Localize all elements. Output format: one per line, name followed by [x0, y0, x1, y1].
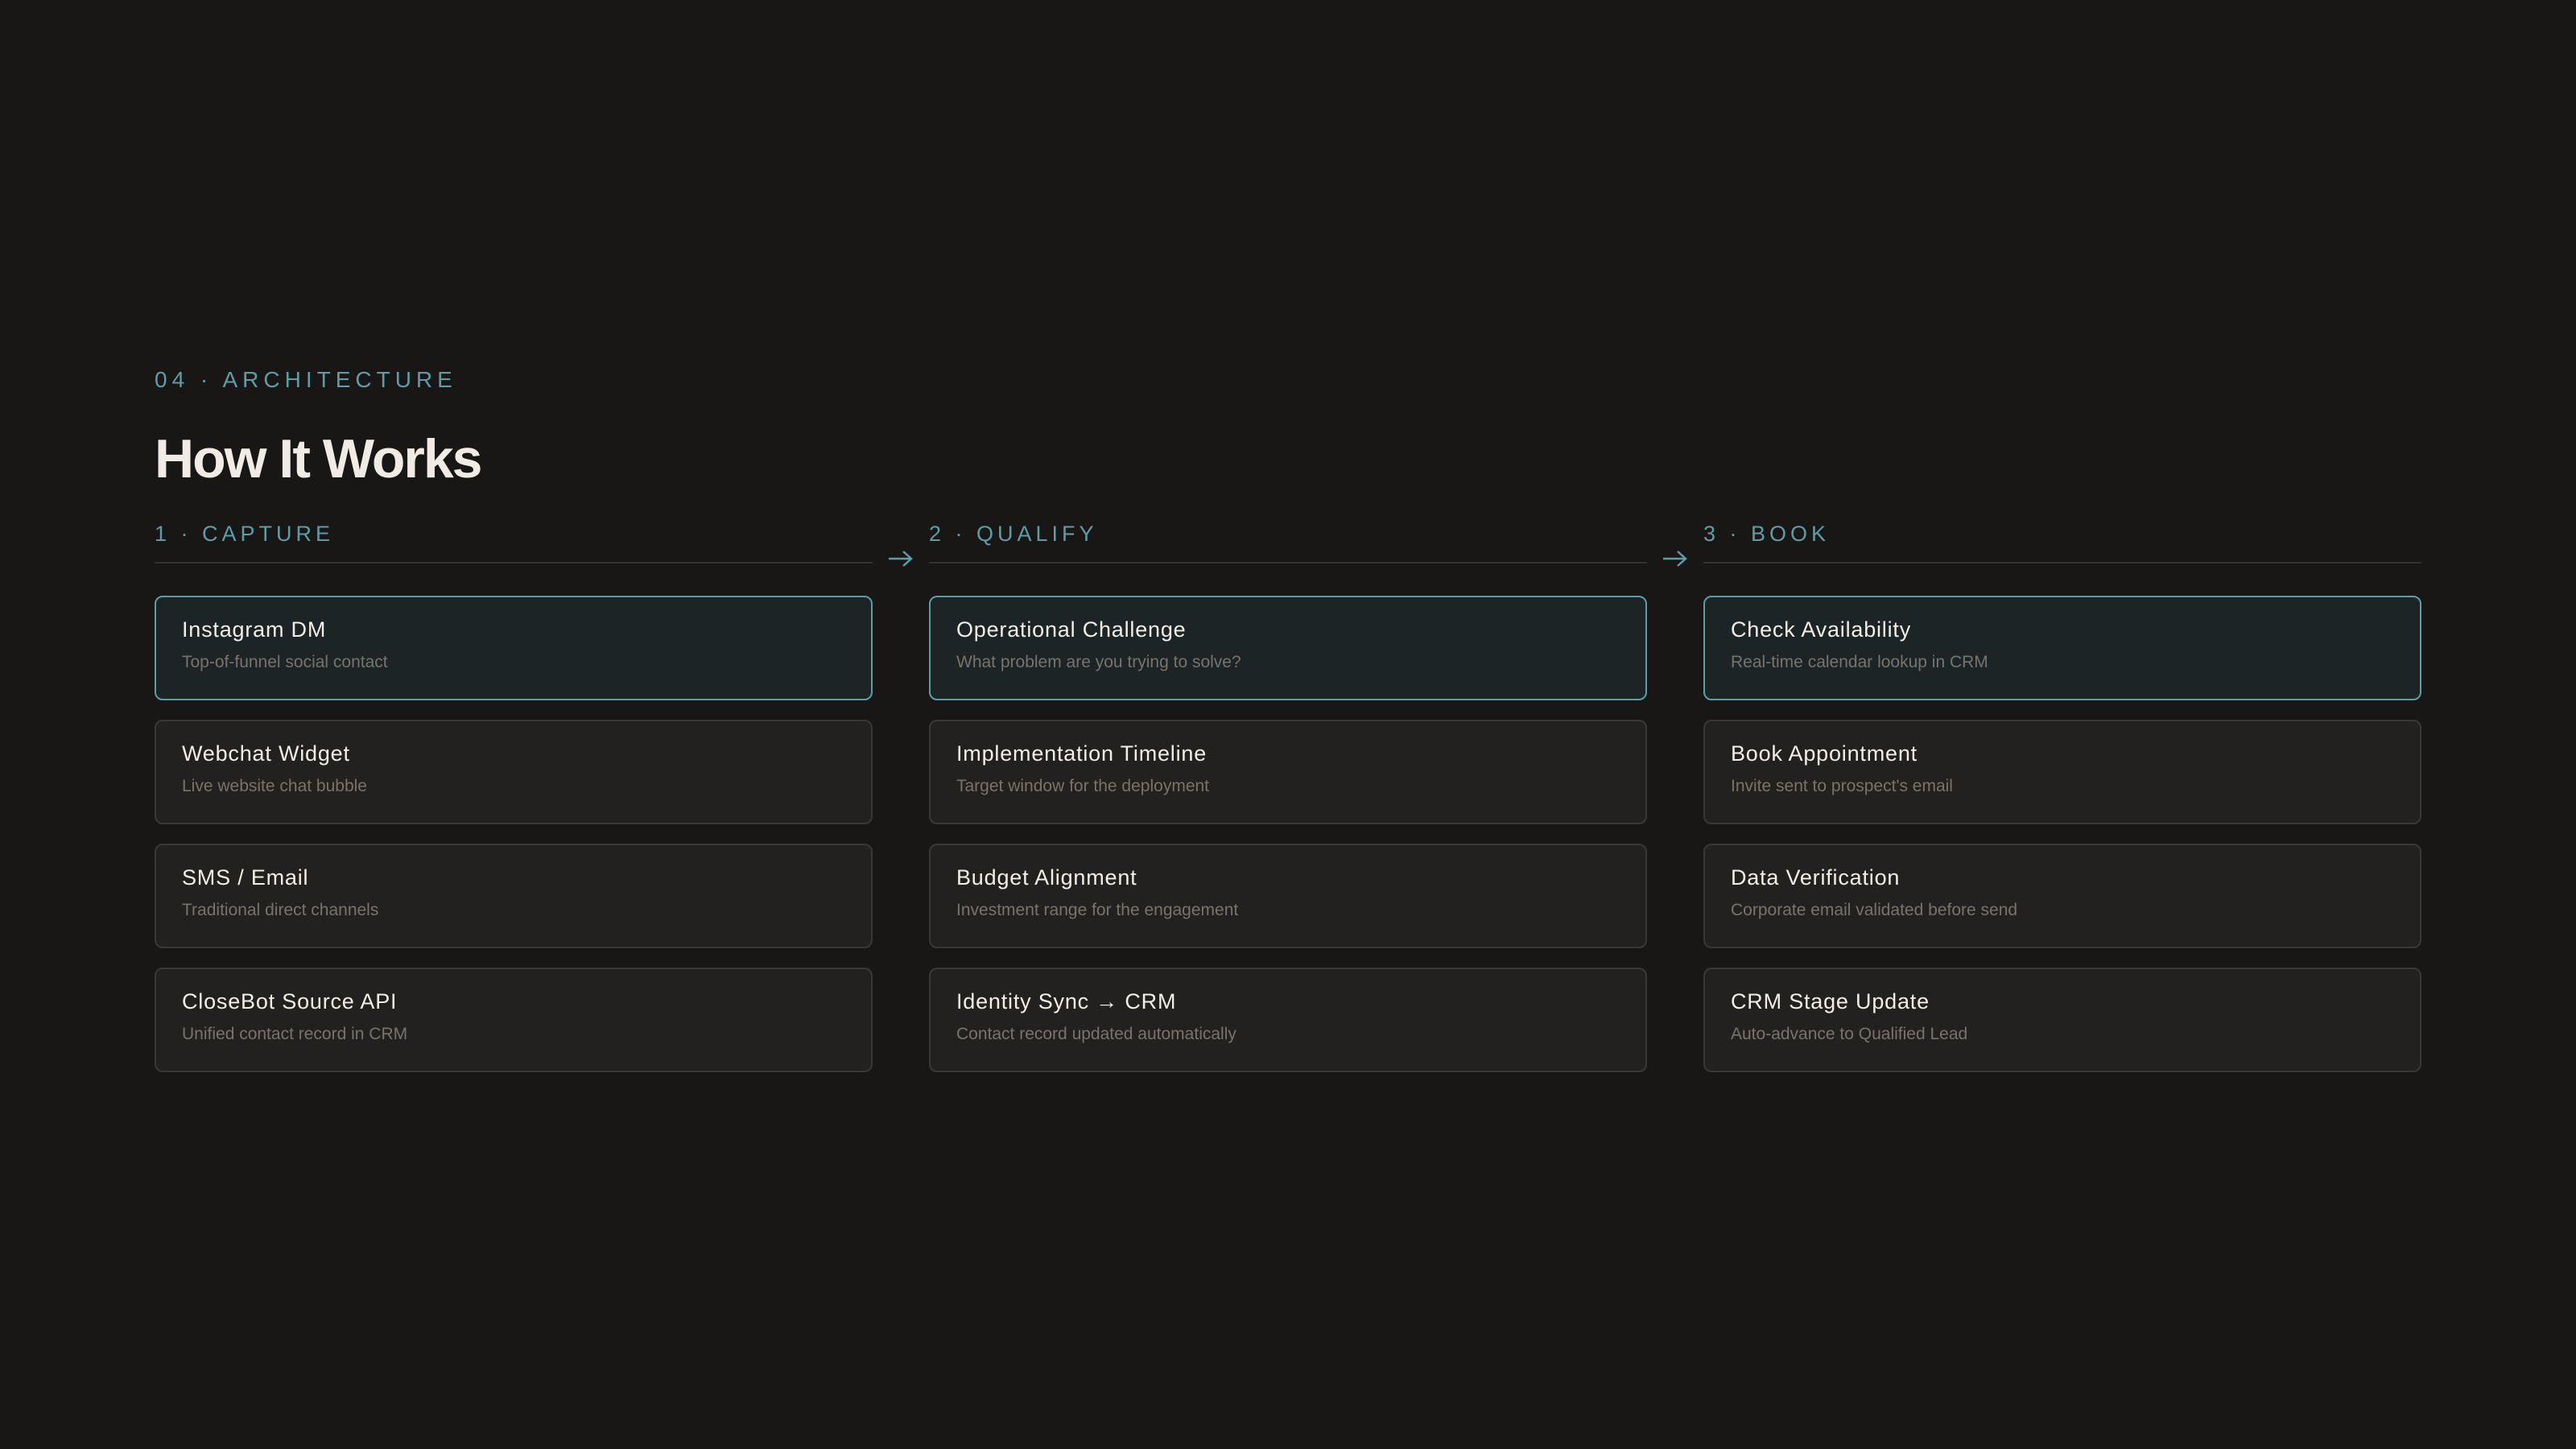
- card-title: Operational Challenge: [956, 617, 1187, 642]
- card-title: Check Availability: [1731, 617, 1912, 642]
- column-book: 3 · BOOK Check Availability Real-time ca…: [1703, 522, 2421, 1092]
- column-qualify: 2 · QUALIFY Operational Challenge What p…: [929, 522, 1647, 1092]
- card-subtitle: Investment range for the engagement: [956, 901, 1239, 919]
- arrow-right-icon: [1647, 522, 1703, 567]
- card-subtitle: What problem are you trying to solve?: [956, 653, 1241, 671]
- column-capture: 1 · CAPTURE Instagram DM Top-of-funnel s…: [155, 522, 873, 1092]
- card-title: CRM Stage Update: [1731, 989, 1930, 1013]
- card-list: Check Availability Real-time calendar lo…: [1703, 596, 2421, 1072]
- step-card: Book Appointment Invite sent to prospect…: [1703, 720, 2421, 824]
- step-card: Instagram DM Top-of-funnel social contac…: [155, 596, 873, 700]
- card-subtitle: Real-time calendar lookup in CRM: [1731, 653, 1988, 671]
- card-list: Instagram DM Top-of-funnel social contac…: [155, 596, 873, 1072]
- column-heading: 1 · CAPTURE: [155, 522, 873, 564]
- card-subtitle: Live website chat bubble: [182, 777, 367, 795]
- arrow-right-icon: [873, 522, 929, 567]
- step-card: Budget Alignment Investment range for th…: [929, 844, 1647, 948]
- card-title: Webchat Widget: [182, 741, 350, 766]
- column-heading: 2 · QUALIFY: [929, 522, 1647, 564]
- card-subtitle: Invite sent to prospect's email: [1731, 777, 1953, 795]
- card-list: Operational Challenge What problem are y…: [929, 596, 1647, 1072]
- step-card: Implementation Timeline Target window fo…: [929, 720, 1647, 824]
- card-title: SMS / Email: [182, 865, 309, 890]
- step-card: CRM Stage Update Auto-advance to Qualifi…: [1703, 968, 2421, 1072]
- card-subtitle: Target window for the deployment: [956, 777, 1210, 795]
- step-card: Operational Challenge What problem are y…: [929, 596, 1647, 700]
- card-title: Instagram DM: [182, 617, 327, 642]
- page-title: How It Works: [155, 428, 482, 489]
- card-title: Implementation Timeline: [956, 741, 1208, 766]
- flow-columns: 1 · CAPTURE Instagram DM Top-of-funnel s…: [155, 522, 2421, 1092]
- card-subtitle: Top-of-funnel social contact: [182, 653, 388, 671]
- architecture-slide: 04 · ARCHITECTURE How It Works 1 · CAPTU…: [155, 364, 2421, 1092]
- step-card: Data Verification Corporate email valida…: [1703, 844, 2421, 948]
- card-title: Budget Alignment: [956, 865, 1137, 890]
- card-title: CloseBot Source API: [182, 989, 398, 1013]
- card-subtitle: Auto-advance to Qualified Lead: [1731, 1025, 1968, 1043]
- card-title: Book Appointment: [1731, 741, 1918, 766]
- column-heading: 3 · BOOK: [1703, 522, 2421, 564]
- step-card: Check Availability Real-time calendar lo…: [1703, 596, 2421, 700]
- step-card: Identity Sync → CRM Contact record updat…: [929, 968, 1647, 1072]
- card-subtitle: Traditional direct channels: [182, 901, 379, 919]
- card-title: Data Verification: [1731, 865, 1901, 890]
- card-subtitle: Contact record updated automatically: [956, 1025, 1236, 1043]
- card-title: Identity Sync → CRM: [956, 989, 1177, 1013]
- step-card: SMS / Email Traditional direct channels: [155, 844, 873, 948]
- card-subtitle: Unified contact record in CRM: [182, 1025, 408, 1043]
- card-subtitle: Corporate email validated before send: [1731, 901, 2018, 919]
- step-card: Webchat Widget Live website chat bubble: [155, 720, 873, 824]
- step-card: CloseBot Source API Unified contact reco…: [155, 968, 873, 1072]
- section-eyebrow: 04 · ARCHITECTURE: [155, 367, 457, 392]
